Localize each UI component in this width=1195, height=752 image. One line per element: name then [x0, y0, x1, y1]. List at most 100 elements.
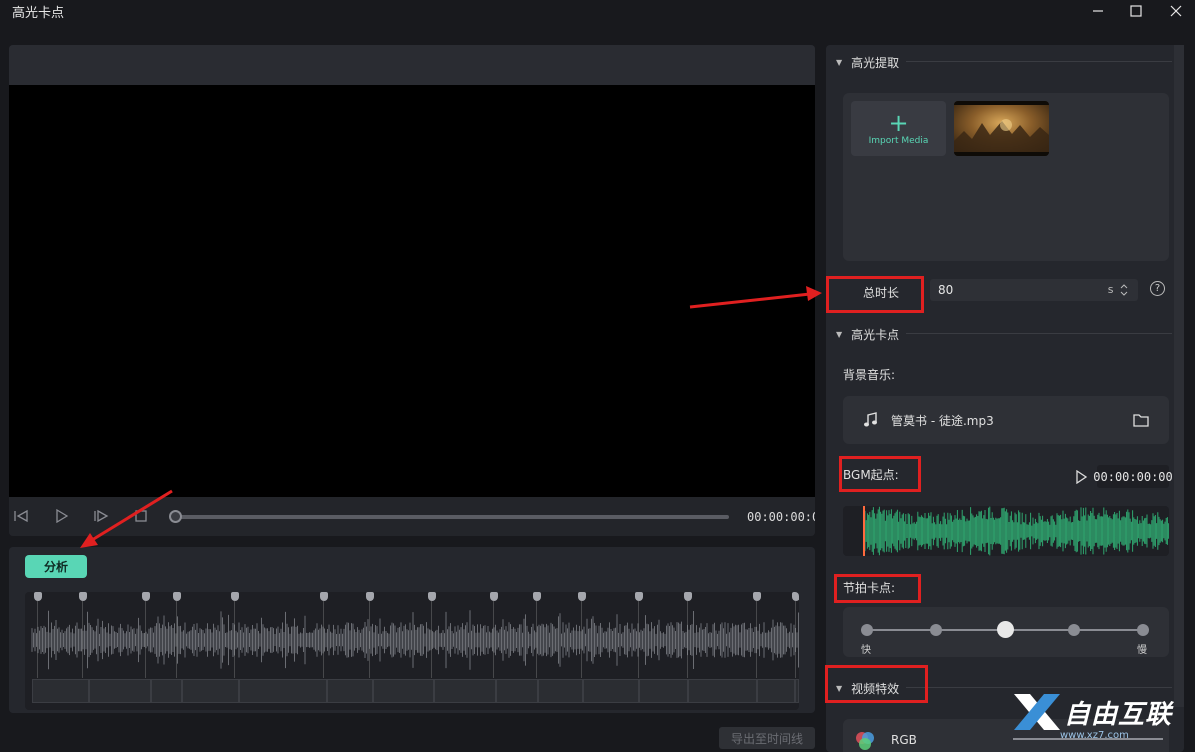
window-title: 高光卡点: [12, 6, 65, 21]
clip-segment[interactable]: [582, 679, 640, 703]
settings-panel: ▼ 高光提取 + Import Media 总时长 80 s ? ▼ 高光卡点 …: [826, 45, 1184, 752]
beat-marker[interactable]: [635, 592, 643, 678]
collapse-triangle-icon: ▼: [836, 330, 843, 339]
speed-level-dot[interactable]: [930, 624, 942, 636]
annotation-box-bgm-start: [839, 456, 921, 492]
beat-marker[interactable]: [365, 592, 374, 678]
clip-segment[interactable]: [433, 679, 496, 703]
media-library: + Import Media: [843, 93, 1169, 261]
collapse-triangle-icon: ▼: [836, 58, 843, 67]
clip-segment[interactable]: [327, 679, 373, 703]
analyze-button[interactable]: 分析: [25, 555, 87, 578]
clip-segment[interactable]: [239, 679, 328, 703]
settings-scrollbar[interactable]: [1174, 45, 1184, 707]
clip-segment[interactable]: [32, 679, 89, 703]
bgm-play-icon[interactable]: [1075, 469, 1088, 488]
clip-segment[interactable]: [639, 679, 688, 703]
clip-segment[interactable]: [538, 679, 583, 703]
play-icon[interactable]: [51, 506, 71, 526]
beat-marker[interactable]: [577, 592, 586, 678]
clip-segment[interactable]: [795, 679, 799, 703]
beat-speed-slider[interactable]: 快 慢: [843, 607, 1169, 657]
beat-line: [82, 600, 84, 678]
beat-pin-icon[interactable]: [365, 592, 374, 601]
beat-pin-icon[interactable]: [141, 592, 150, 601]
stop-icon[interactable]: [131, 506, 151, 526]
speed-level-dot[interactable]: [996, 621, 1014, 638]
music-file-row[interactable]: 管莫书 - 徒途.mp3: [843, 396, 1169, 444]
scrub-bar[interactable]: [174, 515, 729, 519]
bgm-start-marker[interactable]: [863, 506, 865, 556]
rgb-icon: [856, 732, 874, 750]
media-thumbnail[interactable]: [954, 101, 1049, 156]
annotation-box-effects: [825, 665, 928, 703]
bgm-label: 背景音乐:: [843, 368, 896, 382]
beat-marker[interactable]: [490, 592, 499, 678]
x-logo-icon: [1014, 694, 1060, 730]
annotation-box-beat: [834, 574, 921, 603]
beat-line: [580, 600, 582, 678]
beat-line: [795, 600, 797, 678]
beat-marker[interactable]: [319, 592, 328, 678]
analysis-panel: 分析: [9, 547, 815, 713]
beat-marker[interactable]: [427, 592, 436, 678]
beat-marker[interactable]: [172, 592, 181, 678]
import-media-button[interactable]: + Import Media: [851, 101, 946, 156]
prev-frame-icon[interactable]: [11, 506, 31, 526]
beat-pin-icon[interactable]: [577, 592, 586, 601]
beat-marker[interactable]: [141, 592, 150, 678]
speed-level-dot[interactable]: [861, 624, 873, 636]
clip-segment[interactable]: [756, 679, 796, 703]
clip-segments: [32, 679, 799, 703]
beat-pin-icon[interactable]: [319, 592, 328, 601]
speed-level-dot[interactable]: [1137, 624, 1149, 636]
beat-pin-icon[interactable]: [427, 592, 436, 601]
video-viewport[interactable]: [9, 85, 815, 497]
beat-marker[interactable]: [532, 592, 541, 678]
bgm-start-time[interactable]: 00:00:00:00: [1093, 465, 1173, 488]
duration-input[interactable]: 80 s: [930, 279, 1138, 301]
plus-icon: +: [888, 108, 909, 137]
clip-segment[interactable]: [495, 679, 539, 703]
clip-segment[interactable]: [372, 679, 434, 703]
beat-pin-icon[interactable]: [635, 592, 643, 601]
beat-marker[interactable]: [230, 592, 239, 678]
beat-timeline[interactable]: [25, 592, 799, 710]
clip-segment[interactable]: [88, 679, 151, 703]
beat-marker[interactable]: [34, 592, 43, 678]
beat-pin-icon[interactable]: [230, 592, 239, 601]
effect-name: RGB: [891, 733, 917, 747]
maximize-icon[interactable]: [1118, 0, 1154, 22]
export-to-timeline-button[interactable]: 导出至时间线: [719, 727, 815, 749]
clip-segment[interactable]: [150, 679, 182, 703]
playback-controls: 00:00:00:00: [9, 497, 815, 536]
beat-marker[interactable]: [79, 592, 88, 678]
beat-marker[interactable]: [683, 592, 692, 678]
next-frame-icon[interactable]: [91, 506, 111, 526]
clip-segment[interactable]: [181, 679, 240, 703]
bgm-waveform[interactable]: [843, 506, 1169, 556]
close-icon[interactable]: [1158, 0, 1194, 22]
beat-line: [368, 600, 370, 678]
watermark-logo: 自由互联: [1010, 690, 1172, 734]
help-icon[interactable]: ?: [1150, 281, 1165, 296]
section-highlight-extract[interactable]: ▼ 高光提取: [836, 54, 899, 71]
beat-pin-icon[interactable]: [172, 592, 181, 601]
clip-segment[interactable]: [687, 679, 757, 703]
beat-pin-icon[interactable]: [683, 592, 692, 601]
preview-panel: 00:00:00:00: [9, 45, 815, 536]
beat-marker[interactable]: [792, 592, 799, 678]
scrub-handle[interactable]: [169, 510, 182, 523]
section-title: 高光提取: [851, 56, 900, 70]
watermark-url: www.xz7.com: [1060, 730, 1129, 741]
bgm-waveform-graphic: [864, 506, 1169, 556]
section-title: 高光卡点: [851, 328, 900, 342]
folder-icon[interactable]: [1133, 413, 1149, 427]
beat-pin-icon[interactable]: [532, 592, 541, 601]
beat-line: [756, 600, 758, 678]
section-highlight-beat[interactable]: ▼ 高光卡点: [836, 326, 899, 343]
speed-level-dot[interactable]: [1068, 624, 1080, 636]
timeline-waveform: [31, 610, 799, 670]
minimize-icon[interactable]: [1080, 0, 1116, 22]
beat-marker[interactable]: [753, 592, 762, 678]
